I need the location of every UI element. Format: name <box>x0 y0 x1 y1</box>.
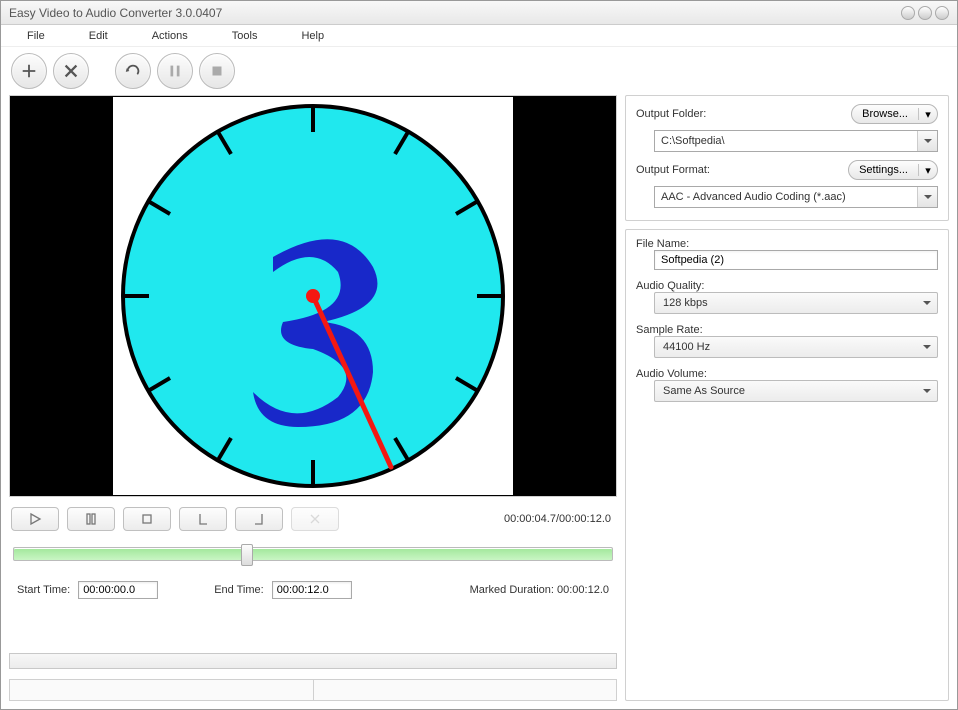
filename-label: File Name: <box>636 238 938 250</box>
plus-icon <box>20 62 38 80</box>
settings-button[interactable]: Settings... ▾ <box>848 160 938 180</box>
sample-rate-select[interactable]: 44100 Hz <box>654 336 938 358</box>
video-preview <box>9 95 617 497</box>
sample-rate-label: Sample Rate: <box>636 324 938 336</box>
countdown-frame <box>113 97 513 495</box>
close-button[interactable] <box>935 6 949 20</box>
output-folder-label: Output Folder: <box>636 108 706 120</box>
clear-marks-button[interactable] <box>291 507 339 531</box>
play-button[interactable] <box>11 507 59 531</box>
seek-slider[interactable] <box>13 547 613 561</box>
audio-quality-label: Audio Quality: <box>636 280 938 292</box>
menu-help[interactable]: Help <box>279 27 346 45</box>
minimize-button[interactable] <box>901 6 915 20</box>
menu-actions[interactable]: Actions <box>130 27 210 45</box>
end-time-label: End Time: <box>214 584 264 596</box>
add-button[interactable] <box>11 53 47 89</box>
remove-button[interactable] <box>53 53 89 89</box>
output-group: Output Folder: Browse... ▾ C:\Softpedia\… <box>625 95 949 221</box>
browse-button[interactable]: Browse... ▾ <box>851 104 938 124</box>
chevron-down-icon: ▾ <box>919 108 937 121</box>
stop-conversion-button[interactable] <box>199 53 235 89</box>
window-controls <box>901 6 949 20</box>
audio-volume-label: Audio Volume: <box>636 368 938 380</box>
stop-icon <box>208 62 226 80</box>
start-time-label: Start Time: <box>17 584 70 596</box>
menu-file[interactable]: File <box>9 27 67 45</box>
output-folder-combo[interactable]: C:\Softpedia\ <box>654 130 938 152</box>
playback-controls: 00:00:04.7/00:00:12.0 <box>9 503 617 535</box>
cancel-icon <box>62 62 80 80</box>
mark-start-button[interactable] <box>179 507 227 531</box>
chevron-down-icon <box>917 131 937 151</box>
pause-conversion-button[interactable] <box>157 53 193 89</box>
stop-button[interactable] <box>123 507 171 531</box>
pause-button[interactable] <box>67 507 115 531</box>
marked-duration-label: Marked Duration: 00:00:12.0 <box>470 584 609 596</box>
start-time-input[interactable] <box>78 581 158 599</box>
chevron-down-icon: ▾ <box>919 164 937 177</box>
progress-bar <box>9 653 617 669</box>
convert-button[interactable] <box>115 53 151 89</box>
status-bar <box>9 679 617 701</box>
chevron-down-icon <box>917 381 937 401</box>
seek-thumb[interactable] <box>241 544 253 566</box>
audio-quality-select[interactable]: 128 kbps <box>654 292 938 314</box>
chevron-down-icon <box>917 337 937 357</box>
filename-input[interactable] <box>654 250 938 270</box>
pause-icon <box>166 62 184 80</box>
audio-settings-group: File Name: Audio Quality: 128 kbps Sampl… <box>625 229 949 701</box>
refresh-icon <box>124 62 142 80</box>
toolbar <box>1 47 957 95</box>
window-title: Easy Video to Audio Converter 3.0.0407 <box>9 6 901 20</box>
mark-end-button[interactable] <box>235 507 283 531</box>
output-format-combo[interactable]: AAC - Advanced Audio Coding (*.aac) <box>654 186 938 208</box>
menu-edit[interactable]: Edit <box>67 27 130 45</box>
menubar: File Edit Actions Tools Help <box>1 25 957 47</box>
maximize-button[interactable] <box>918 6 932 20</box>
chevron-down-icon <box>917 293 937 313</box>
end-time-input[interactable] <box>272 581 352 599</box>
chevron-down-icon <box>917 187 937 207</box>
output-format-label: Output Format: <box>636 164 710 176</box>
audio-volume-select[interactable]: Same As Source <box>654 380 938 402</box>
time-display: 00:00:04.7/00:00:12.0 <box>504 513 615 525</box>
menu-tools[interactable]: Tools <box>210 27 280 45</box>
